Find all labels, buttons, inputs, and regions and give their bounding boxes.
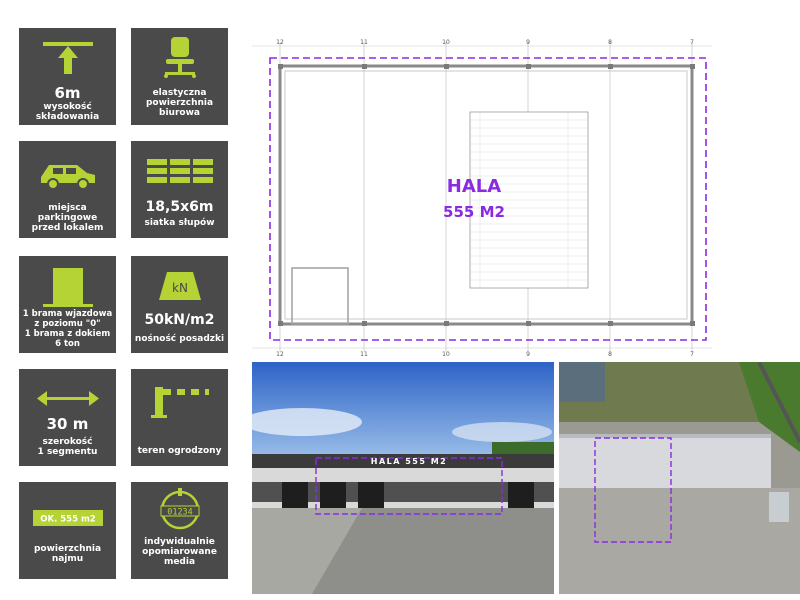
tile-label: teren ogrodzony — [137, 446, 222, 456]
axis-label: 8 — [608, 351, 612, 358]
tile-value: 6m — [54, 84, 81, 102]
tile-metered-media: 01234 indywidualnie opomiarowane media — [131, 482, 228, 579]
axis-label: 9 — [526, 351, 530, 358]
tile-label: miejsca parkingowe przed lokalem — [31, 203, 104, 233]
tile-segment-width: 30 m szerokość 1 segmentu — [19, 369, 116, 466]
tile-label: powierzchnia najmu — [33, 544, 102, 564]
floor-plan: 12 11 10 9 8 7 12 11 10 9 8 7 HALA 555 M… — [252, 36, 712, 358]
tile-label: 1 brama wjazdowa z poziomu "0" 1 brama z d… — [22, 309, 113, 349]
plan-title: HALA — [447, 176, 501, 197]
tile-storage-height: 6m wysokość składowania — [19, 28, 116, 125]
column-grid-icon — [147, 159, 213, 183]
tile-value: 30 m — [46, 415, 89, 433]
photo-aerial-view — [559, 362, 800, 594]
tile-label: siatka słupów — [144, 218, 215, 228]
tile-label: elastyczna powierzchnia biurowa — [145, 88, 214, 118]
tile-value: 18,5x6m — [145, 199, 214, 215]
axis-label: 7 — [690, 351, 694, 358]
tile-label: nośność posadzki — [134, 334, 225, 344]
tile-label: indywidualnie opomiarowane media — [142, 537, 217, 567]
axis-label: 10 — [442, 39, 450, 46]
svg-text:01234: 01234 — [167, 508, 193, 518]
axis-label: 12 — [276, 351, 284, 358]
svg-text:kN: kN — [172, 281, 188, 295]
office-chair-icon — [164, 37, 196, 78]
plan-area: 555 M2 — [443, 203, 505, 221]
tile-office-space: elastyczna powierzchnia biurowa — [131, 28, 228, 125]
axis-label: 8 — [608, 39, 612, 46]
photo-front-view: HALA 555 M2 — [252, 362, 554, 594]
svg-text:OK. 555 m2: OK. 555 m2 — [40, 515, 96, 525]
axis-label: 10 — [442, 351, 450, 358]
meter-icon: 01234 — [160, 488, 200, 530]
photo-banner: HALA 555 M2 — [371, 457, 447, 466]
tile-rental-area: OK. 555 m2 powierzchnia najmu — [19, 482, 116, 579]
tile-gates: 1 brama wjazdowa z poziomu "0" 1 brama z d… — [19, 256, 116, 353]
car-icon — [41, 165, 95, 190]
axis-label: 12 — [276, 39, 284, 46]
arrow-up-height-icon — [43, 42, 93, 74]
tile-value: 50kN/m2 — [144, 312, 215, 328]
tile-label: wysokość składowania — [35, 102, 100, 122]
axis-label: 7 — [690, 39, 694, 46]
gate-icon — [43, 268, 93, 307]
tile-fenced: teren ogrodzony — [131, 369, 228, 466]
tile-column-grid: 18,5x6m siatka słupów — [131, 141, 228, 238]
tile-floor-load: kN 50kN/m2 nośność posadzki — [131, 256, 228, 353]
weight-kn-icon: kN — [159, 272, 201, 300]
axis-label: 11 — [360, 351, 368, 358]
axis-label: 9 — [526, 39, 530, 46]
barrier-gate-icon — [151, 387, 209, 418]
axis-label: 11 — [360, 39, 368, 46]
tile-label: szerokość 1 segmentu — [37, 437, 98, 457]
tile-parking: miejsca parkingowe przed lokalem — [19, 141, 116, 238]
area-badge-icon: OK. 555 m2 — [33, 510, 103, 526]
